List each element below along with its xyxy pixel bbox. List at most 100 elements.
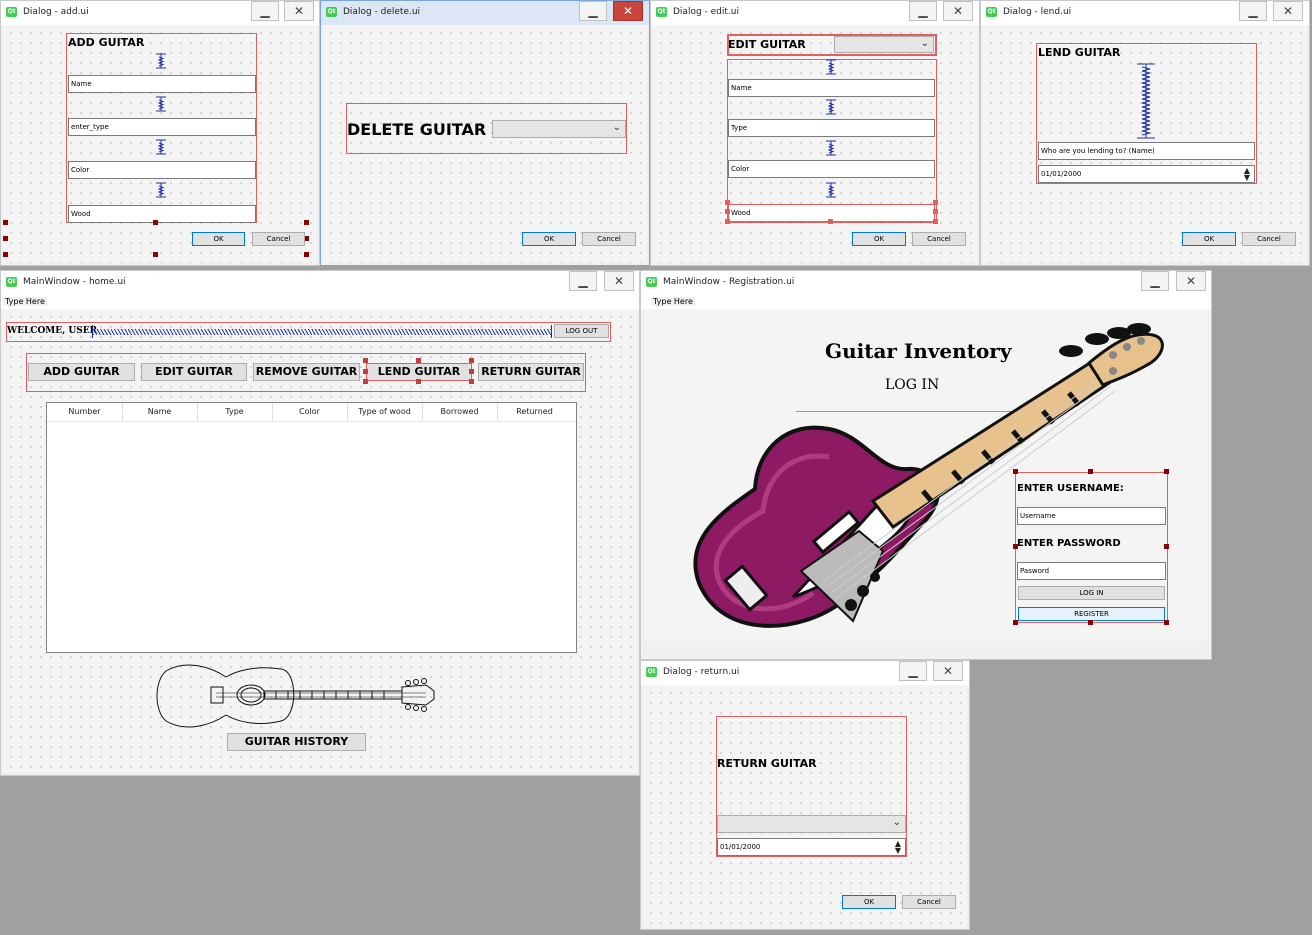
selection-handle[interactable] <box>933 219 938 224</box>
guitar-select[interactable]: ⌄ <box>717 815 906 833</box>
close-button[interactable]: ✕ <box>943 1 973 21</box>
guitar-select[interactable]: ⌄ <box>834 36 934 53</box>
selection-handle[interactable] <box>469 369 474 374</box>
titlebar[interactable]: Qt Dialog - return.ui ▁ ✕ <box>641 661 969 685</box>
titlebar[interactable]: Qt MainWindow - Registration.ui ▁ ✕ <box>641 271 1211 295</box>
selection-handle[interactable] <box>363 369 368 374</box>
close-button[interactable]: ✕ <box>1273 1 1303 21</box>
cancel-button[interactable]: Cancel <box>1242 232 1296 246</box>
guitar-history-button[interactable]: GUITAR HISTORY <box>227 733 366 751</box>
titlebar[interactable]: Qt MainWindow - home.ui ▁ ✕ <box>1 271 639 295</box>
return-guitar-button[interactable]: RETURN GUITAR <box>478 363 584 381</box>
column-header[interactable]: Number <box>47 407 122 416</box>
selection-handle[interactable] <box>416 358 421 363</box>
cancel-button[interactable]: Cancel <box>252 232 305 246</box>
spin-arrows-icon[interactable]: ▲ ▼ <box>1241 167 1253 182</box>
column-header[interactable]: Borrowed <box>422 407 497 416</box>
selection-handle[interactable] <box>933 209 938 214</box>
selection-handle[interactable] <box>3 252 8 257</box>
cancel-button[interactable]: Cancel <box>582 232 636 246</box>
remove-guitar-button[interactable]: REMOVE GUITAR <box>253 363 360 381</box>
minimize-button[interactable]: ▁ <box>579 1 607 21</box>
type-field[interactable]: Type <box>728 119 935 137</box>
minimize-button[interactable]: ▁ <box>1239 1 1267 21</box>
selection-handle[interactable] <box>469 379 474 384</box>
titlebar[interactable]: Qt Dialog - delete.ui ▁ ✕ <box>321 1 649 25</box>
chevron-down-icon: ⌄ <box>612 122 621 133</box>
column-header[interactable]: Type of wood <box>347 407 422 416</box>
guitar-select[interactable]: ⌄ <box>492 120 626 138</box>
selection-handle[interactable] <box>363 379 368 384</box>
selection-handle[interactable] <box>1013 620 1018 625</box>
color-field[interactable]: Color <box>68 161 256 179</box>
login-button[interactable]: LOG IN <box>1018 586 1165 600</box>
selection-handle[interactable] <box>1013 469 1018 474</box>
ok-button[interactable]: OK <box>192 232 245 246</box>
type-field[interactable]: enter_type <box>68 118 256 136</box>
titlebar[interactable]: Qt Dialog - add.ui ▁ ✕ <box>1 1 319 25</box>
selection-handle[interactable] <box>1164 544 1169 549</box>
column-header[interactable]: Name <box>122 407 197 416</box>
password-label: ENTER PASSWORD <box>1017 538 1121 549</box>
selection-handle[interactable] <box>1088 620 1093 625</box>
selection-handle[interactable] <box>933 200 938 205</box>
selection-handle[interactable] <box>304 220 309 225</box>
selection-handle[interactable] <box>725 209 730 214</box>
selection-handle[interactable] <box>725 200 730 205</box>
cancel-button[interactable]: Cancel <box>912 232 966 246</box>
add-guitar-button[interactable]: ADD GUITAR <box>28 363 135 381</box>
selection-handle[interactable] <box>1164 469 1169 474</box>
column-header[interactable]: Type <box>197 407 272 416</box>
ok-button[interactable]: OK <box>1182 232 1236 246</box>
ok-button[interactable]: OK <box>522 232 576 246</box>
edit-guitar-button[interactable]: EDIT GUITAR <box>141 363 247 381</box>
selection-handle[interactable] <box>1013 544 1018 549</box>
name-field[interactable]: Name <box>68 75 256 93</box>
window-title: Dialog - return.ui <box>663 667 740 677</box>
close-button[interactable]: ✕ <box>933 661 963 681</box>
password-field[interactable]: Pasword <box>1017 562 1166 580</box>
selection-handle[interactable] <box>1088 469 1093 474</box>
menu-type-here[interactable]: Type Here <box>3 297 47 306</box>
minimize-button[interactable]: ▁ <box>569 271 597 291</box>
selection-handle[interactable] <box>828 219 833 224</box>
minimize-button[interactable]: ▁ <box>1141 271 1169 291</box>
close-button[interactable]: ✕ <box>284 1 314 21</box>
selection-handle[interactable] <box>416 379 421 384</box>
wood-field[interactable]: Wood <box>68 205 256 223</box>
window-title: MainWindow - Registration.ui <box>663 277 795 287</box>
color-field[interactable]: Color <box>728 160 935 178</box>
name-field[interactable]: Name <box>728 79 935 97</box>
selection-handle[interactable] <box>469 358 474 363</box>
selection-handle[interactable] <box>304 252 309 257</box>
ok-button[interactable]: OK <box>842 895 896 909</box>
selection-handle[interactable] <box>3 220 8 225</box>
selection-handle[interactable] <box>1164 620 1169 625</box>
cancel-button[interactable]: Cancel <box>902 895 956 909</box>
username-field[interactable]: Username <box>1017 507 1166 525</box>
selection-handle[interactable] <box>363 358 368 363</box>
logout-button[interactable]: LOG OUT <box>554 324 609 338</box>
lend-date-edit[interactable]: 01/01/2000 ▲ ▼ <box>1038 165 1255 183</box>
column-header[interactable]: Color <box>272 407 347 416</box>
minimize-button[interactable]: ▁ <box>251 1 279 21</box>
close-button[interactable]: ✕ <box>1176 271 1206 291</box>
return-date-edit[interactable]: 01/01/2000 ▲ ▼ <box>717 838 906 856</box>
close-button[interactable]: ✕ <box>613 1 643 21</box>
column-header[interactable]: Returned <box>497 407 572 416</box>
ok-button[interactable]: OK <box>852 232 906 246</box>
menu-type-here[interactable]: Type Here <box>651 297 695 306</box>
titlebar[interactable]: Qt Dialog - edit.ui ▁ ✕ <box>651 1 979 25</box>
selection-handle[interactable] <box>153 252 158 257</box>
selection-handle[interactable] <box>153 220 158 225</box>
spin-arrows-icon[interactable]: ▲ ▼ <box>892 840 904 855</box>
borrower-field[interactable]: Who are you lending to? (Name) <box>1038 142 1255 160</box>
guitar-table[interactable]: Number Name Type Color Type of wood Borr… <box>46 402 577 653</box>
register-button[interactable]: REGISTER <box>1018 607 1165 621</box>
selection-handle[interactable] <box>3 236 8 241</box>
close-button[interactable]: ✕ <box>604 271 634 291</box>
minimize-button[interactable]: ▁ <box>909 1 937 21</box>
minimize-button[interactable]: ▁ <box>899 661 927 681</box>
titlebar[interactable]: Qt Dialog - lend.ui ▁ ✕ <box>981 1 1309 25</box>
selection-handle[interactable] <box>725 219 730 224</box>
